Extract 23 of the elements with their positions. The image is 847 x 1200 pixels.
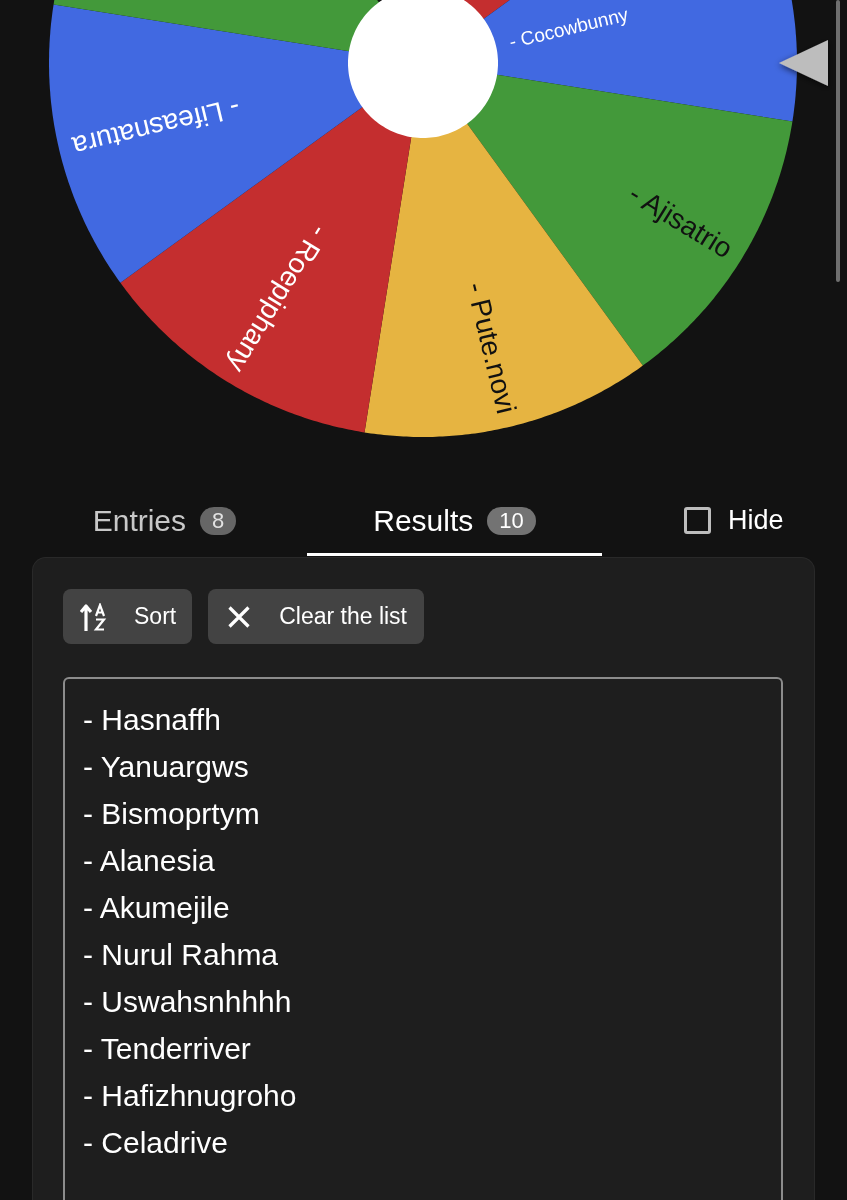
result-entry: - Nurul Rahma — [83, 937, 279, 973]
close-icon — [228, 605, 251, 628]
result-entry: - Alanesia — [83, 843, 215, 879]
tab[interactable]: Entries 8 — [22, 488, 307, 556]
clear-button[interactable]: Clear the list — [208, 589, 424, 644]
result-entry: - Hafizhnugroho — [83, 1078, 297, 1114]
scrollbar-thumb[interactable] — [836, 0, 840, 282]
result-entry: - Hasnaffh — [83, 702, 221, 738]
result-entry: - Akumejile — [83, 890, 230, 926]
result-entry: - Uswahsnhhhh — [83, 984, 292, 1020]
results-field[interactable]: - Hasnaffh - Yanuargws - Bismoprtym - Alanesia - Akumejile - Nurul Rahma - Uswahsnhhhh - Tenderriver - Hafizhnugroho - Celadrive — [63, 677, 783, 1200]
checkbox[interactable] — [684, 507, 711, 534]
segment-label: - Pute.novi — [460, 279, 523, 417]
count-badge: 10 — [487, 506, 536, 535]
result-entry: - Bismoprtym — [83, 796, 260, 832]
wheel-hub[interactable] — [348, 0, 498, 138]
sort-button[interactable]: Sort — [63, 589, 193, 644]
result-entry: - Tenderriver — [83, 1031, 251, 1067]
result-entry: - Celadrive — [83, 1125, 229, 1161]
result-entry: - Yanuargws — [83, 749, 249, 785]
checkbox-label[interactable]: Hide — [728, 505, 784, 536]
pointer-icon — [779, 40, 828, 86]
count-badge: 8 — [200, 506, 237, 535]
